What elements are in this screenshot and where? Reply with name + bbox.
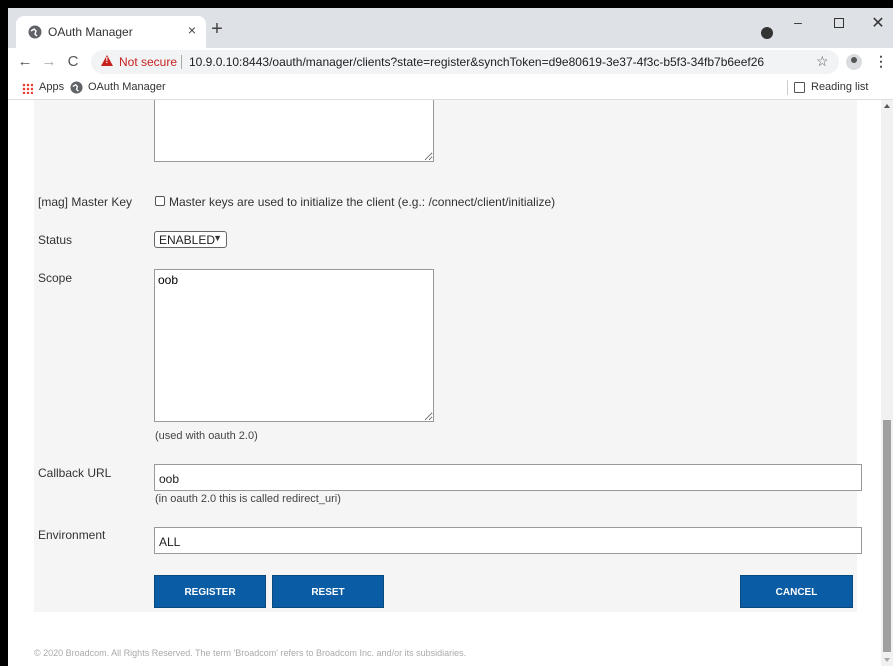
- tab-close-icon[interactable]: ×: [184, 22, 200, 38]
- register-button[interactable]: REGISTER: [154, 575, 266, 608]
- address-bar[interactable]: ! Not secure 10.9.0.10:8443/oauth/manage…: [91, 50, 839, 74]
- master-key-label: [mag] Master Key: [38, 195, 133, 209]
- reload-icon[interactable]: C: [64, 52, 82, 72]
- callback-url-input[interactable]: oob: [154, 464, 862, 491]
- cancel-button[interactable]: CANCEL: [740, 575, 853, 608]
- oauth-manager-bookmark[interactable]: OAuth Manager: [88, 81, 166, 93]
- status-select-value: ENABLED: [159, 233, 216, 247]
- scope-label: Scope: [38, 271, 73, 285]
- globe-icon: [70, 81, 83, 94]
- status-label: Status: [38, 233, 73, 247]
- page-scrollbar[interactable]: [881, 100, 893, 666]
- reading-list-button[interactable]: Reading list: [811, 81, 868, 93]
- profile-icon[interactable]: [846, 54, 862, 70]
- scope-hint: (used with oauth 2.0): [155, 430, 258, 442]
- window-close-icon[interactable]: ✕: [868, 13, 888, 33]
- bookmarks-bar: Apps OAuth Manager Reading list: [8, 76, 893, 100]
- tab-search-icon[interactable]: [761, 27, 773, 39]
- form-panel: [mag] Master Key Master keys are used to…: [34, 100, 862, 612]
- callback-url-hint: (in oauth 2.0 this is called redirect_ur…: [155, 493, 341, 505]
- page-viewport: [mag] Master Key Master keys are used to…: [8, 100, 893, 666]
- environment-label: Environment: [38, 528, 106, 542]
- apps-bookmark[interactable]: Apps: [39, 81, 64, 93]
- new-tab-icon[interactable]: +: [208, 19, 226, 39]
- copyright-footer: © 2020 Broadcom. All Rights Reserved. Th…: [34, 648, 467, 658]
- tab-bar: OAuth Manager × + – ✕: [8, 8, 893, 48]
- maximize-icon[interactable]: [834, 18, 844, 28]
- master-key-checkbox[interactable]: [155, 196, 165, 206]
- status-select[interactable]: ENABLED ▼: [154, 231, 227, 248]
- forward-icon[interactable]: →: [40, 52, 58, 72]
- bookmark-star-icon[interactable]: ☆: [816, 53, 829, 70]
- browser-window: OAuth Manager × + – ✕ ← → C ! Not secure…: [8, 8, 893, 666]
- reset-button[interactable]: RESET: [272, 575, 384, 608]
- apps-grid-icon[interactable]: [22, 83, 33, 94]
- back-icon[interactable]: ←: [16, 52, 34, 72]
- browser-toolbar: ← → C ! Not secure 10.9.0.10:8443/oauth/…: [8, 48, 893, 76]
- scope-textarea[interactable]: oob: [154, 269, 434, 422]
- scroll-down-icon[interactable]: [884, 658, 890, 662]
- description-textarea[interactable]: [154, 100, 434, 162]
- master-key-checkbox-label[interactable]: Master keys are used to initialize the c…: [169, 195, 555, 209]
- address-divider: [181, 55, 182, 69]
- browser-tab[interactable]: OAuth Manager ×: [16, 16, 206, 48]
- environment-input[interactable]: ALL: [154, 527, 862, 554]
- not-secure-label[interactable]: Not secure: [119, 55, 177, 69]
- chevron-down-icon: ▼: [213, 233, 222, 243]
- scrollbar-thumb[interactable]: [883, 420, 891, 652]
- callback-url-label: Callback URL: [38, 466, 112, 480]
- globe-icon: [28, 25, 42, 39]
- url-text[interactable]: 10.9.0.10:8443/oauth/manager/clients?sta…: [189, 55, 764, 69]
- scroll-up-icon[interactable]: [884, 104, 890, 108]
- tab-title: OAuth Manager: [48, 25, 133, 39]
- menu-icon[interactable]: ⋮: [874, 53, 888, 70]
- minimize-icon[interactable]: –: [788, 14, 808, 30]
- reading-list-icon[interactable]: [794, 82, 805, 93]
- bookmarks-divider: [787, 80, 788, 95]
